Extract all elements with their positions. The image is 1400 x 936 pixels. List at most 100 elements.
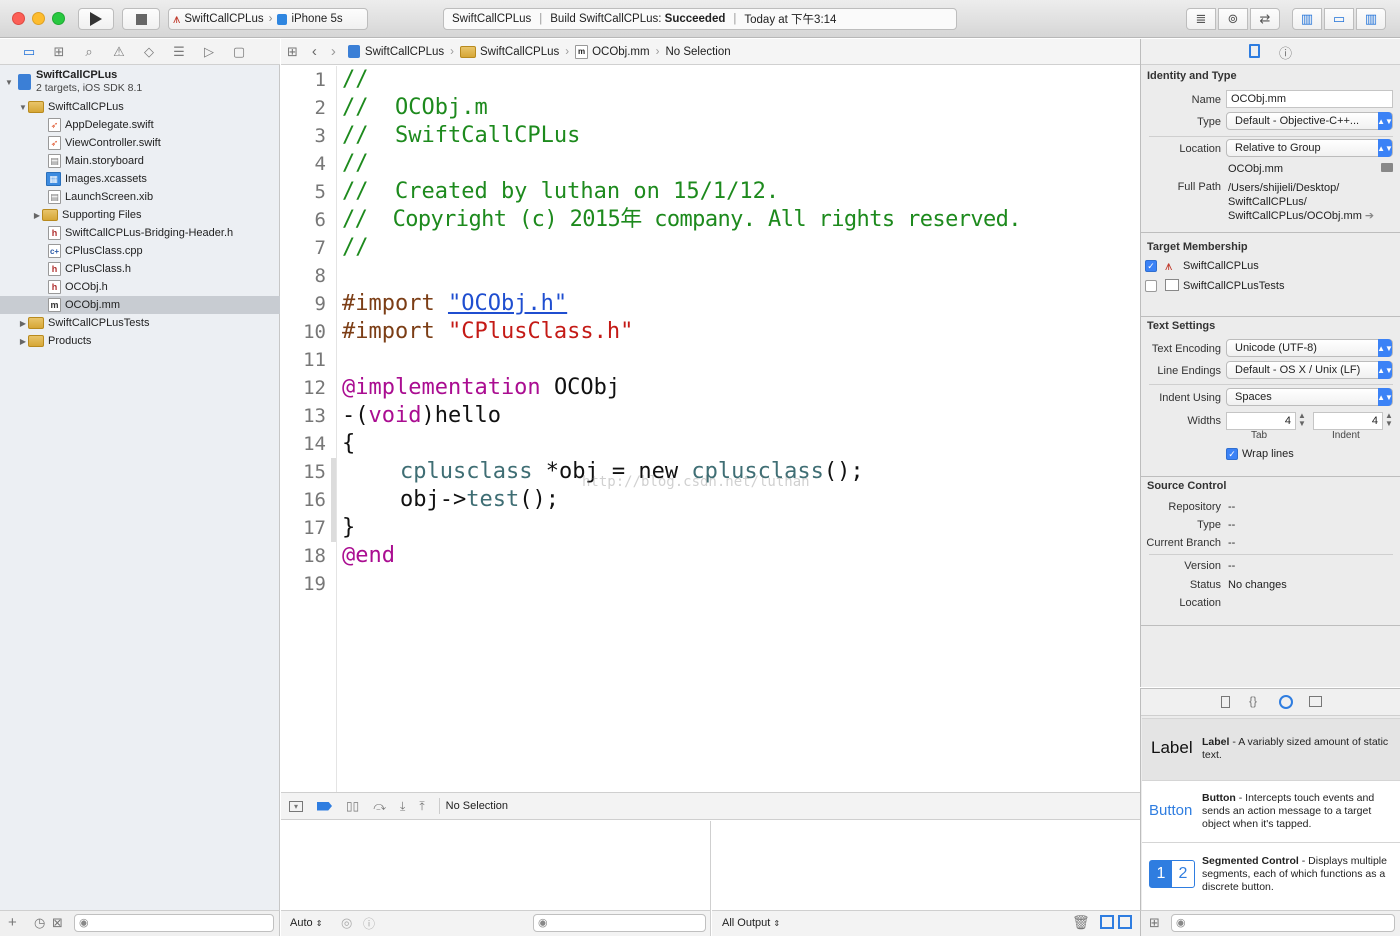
media-library-icon[interactable] [1309, 696, 1322, 707]
warning-icon[interactable]: ⚠ [110, 43, 128, 61]
chevron-updown-icon: ▲▼ [1377, 361, 1393, 379]
zoom-window-button[interactable] [52, 12, 65, 25]
output-popup[interactable]: All Output ⇕ [722, 917, 780, 929]
quick-help-icon[interactable]: ⓘ [1279, 43, 1292, 62]
standard-editor-button[interactable]: ≣ [1186, 8, 1216, 30]
scheme-selector[interactable]: ⩚ SwiftCallCPLus › iPhone 5s [168, 8, 368, 30]
version-editor-button[interactable]: ⇄ [1250, 8, 1280, 30]
tree-item-group[interactable]: ▶ Products [0, 332, 280, 350]
tree-item-group[interactable]: ▶ Supporting Files [0, 206, 280, 224]
breakpoint-icon[interactable]: ▷ [200, 43, 218, 61]
file-type-popup[interactable]: Default - Objective-C++... ▲▼ [1226, 112, 1393, 130]
tab-width-field[interactable]: 4 [1226, 412, 1296, 430]
tree-item-group[interactable]: ▶ SwiftCallCPLusTests [0, 314, 280, 332]
location-popup[interactable]: Relative to Group ▲▼ [1226, 139, 1393, 157]
toggle-utilities-button[interactable]: ▥ [1356, 8, 1386, 30]
step-out-icon[interactable]: ⤒ [419, 799, 424, 814]
indent-using-popup[interactable]: Spaces ▲▼ [1226, 388, 1393, 406]
related-items-icon[interactable]: ⊞ [287, 44, 298, 60]
show-console-icon[interactable] [1118, 915, 1132, 929]
toggle-navigator-button[interactable]: ▥ [1292, 8, 1322, 30]
step-over-icon[interactable]: ⤼ [373, 799, 386, 814]
grid-view-icon[interactable]: ⊞ [1149, 915, 1160, 931]
indent-width-stepper[interactable]: ▲ ▼ [1385, 412, 1393, 428]
breadcrumb-symbol[interactable]: No Selection [665, 46, 730, 58]
wrap-lines-checkbox[interactable]: ✓ [1226, 448, 1238, 460]
disclosure-closed-icon[interactable]: ▶ [18, 319, 28, 328]
file-template-icon[interactable] [1221, 696, 1230, 708]
close-window-button[interactable] [12, 12, 25, 25]
pause-icon[interactable]: ▯▯ [346, 799, 359, 813]
name-field[interactable]: OCObj.mm [1226, 90, 1393, 108]
info-icon[interactable]: ⓘ [363, 915, 375, 932]
test-icon[interactable]: ◇ [140, 43, 158, 61]
folder-icon[interactable] [1381, 163, 1393, 172]
tree-item-file[interactable]: ▦ Images.xcassets [0, 170, 280, 188]
disclosure-open-icon[interactable]: ▼ [4, 78, 14, 87]
eye-icon[interactable]: ◎ [341, 915, 352, 931]
folder-icon[interactable]: ▭ [20, 43, 38, 61]
library-item-segmented-control[interactable]: 1 2 Segmented Control - Displays multipl… [1142, 842, 1400, 910]
variables-filter-input[interactable]: ◉ [533, 914, 706, 932]
breadcrumb-project[interactable]: SwiftCallCPLus [365, 46, 444, 58]
assistant-editor-button[interactable]: ⊚ [1218, 8, 1248, 30]
tree-item-file[interactable]: h OCObj.h [0, 278, 280, 296]
tree-item-group[interactable]: ▼ SwiftCallCPLus [0, 98, 280, 116]
project-root[interactable]: ▼ SwiftCallCPLus 2 targets, iOS SDK 8.1 [0, 67, 280, 97]
code-snippet-icon[interactable]: {} [1249, 694, 1257, 708]
library-item-button[interactable]: Button Button - Intercepts touch events … [1142, 780, 1400, 842]
tree-item-file[interactable]: ▤ Main.storyboard [0, 152, 280, 170]
tree-item-file-selected[interactable]: m OCObj.mm [0, 296, 280, 314]
breakpoint-toggle-icon[interactable] [317, 801, 332, 811]
forward-arrow-icon[interactable]: › [331, 43, 336, 60]
recent-files-icon[interactable]: ◷ [34, 915, 45, 931]
swap-icon: ⇄ [1259, 11, 1271, 26]
file-inspector-icon[interactable] [1249, 44, 1260, 58]
tab-width-stepper[interactable]: ▲ ▼ [1298, 412, 1306, 428]
divider [1141, 625, 1400, 626]
scm-filter-icon[interactable]: ⊠ [52, 915, 63, 931]
hide-debug-icon[interactable]: ▾ [289, 800, 303, 812]
line-endings-popup[interactable]: Default - OS X / Unix (LF) ▲▼ [1226, 361, 1393, 379]
target-checkbox[interactable]: ✓ [1145, 260, 1157, 272]
step-into-icon[interactable]: ⤓ [400, 799, 405, 814]
tree-item-file[interactable]: ➶ AppDelegate.swift [0, 116, 280, 134]
tree-item-file[interactable]: h SwiftCallCPLus-Bridging-Header.h [0, 224, 280, 242]
show-variables-icon[interactable] [1100, 915, 1114, 929]
code-fold-ribbon[interactable] [331, 458, 336, 542]
import-link[interactable]: "OCObj.h" [448, 291, 567, 316]
add-icon[interactable]: + [8, 914, 17, 931]
report-icon[interactable]: ▢ [230, 43, 248, 61]
disclosure-closed-icon[interactable]: ▶ [32, 211, 42, 220]
disclosure-closed-icon[interactable]: ▶ [18, 337, 28, 346]
navigator-filter-input[interactable]: ◉ [74, 914, 274, 932]
run-button[interactable] [78, 8, 114, 30]
library-item-label[interactable]: Label Label - A variably sized amount of… [1142, 718, 1400, 780]
target-checkbox[interactable] [1145, 280, 1157, 292]
source-editor[interactable]: // // OCObj.m // SwiftCallCPLus // // Cr… [342, 66, 1140, 792]
tree-item-file[interactable]: h CPlusClass.h [0, 260, 280, 278]
auto-popup[interactable]: Auto ⇕ [290, 917, 322, 929]
tree-item-file[interactable]: ▤ LaunchScreen.xib [0, 188, 280, 206]
reveal-arrow-icon[interactable]: ➔ [1365, 210, 1374, 222]
object-library-icon[interactable] [1279, 695, 1293, 709]
search-icon[interactable]: ⌕ [80, 43, 98, 61]
encoding-popup[interactable]: Unicode (UTF-8) ▲▼ [1226, 339, 1393, 357]
status-project: SwiftCallCPLus [452, 13, 532, 25]
library-filter-input[interactable]: ◉ [1171, 914, 1395, 932]
breadcrumb-file[interactable]: OCObj.mm [592, 46, 650, 58]
stop-button[interactable] [122, 8, 160, 30]
trash-icon[interactable]: 🗑 [1072, 914, 1090, 931]
indent-width-field[interactable]: 4 [1313, 412, 1383, 430]
toggle-debug-area-button[interactable]: ▭ [1324, 8, 1354, 30]
symbol-icon[interactable]: ⊞ [50, 43, 68, 61]
debug-icon[interactable]: ☰ [170, 43, 188, 61]
back-arrow-icon[interactable]: ‹ [312, 43, 317, 60]
chevron-updown-icon: ⇕ [315, 919, 323, 928]
tree-item-file[interactable]: ➶ ViewController.swift [0, 134, 280, 152]
breadcrumb-group[interactable]: SwiftCallCPLus [480, 46, 559, 58]
minimize-window-button[interactable] [32, 12, 45, 25]
console-view[interactable] [712, 821, 1140, 910]
disclosure-open-icon[interactable]: ▼ [18, 103, 28, 112]
tree-item-file[interactable]: c+ CPlusClass.cpp [0, 242, 280, 260]
